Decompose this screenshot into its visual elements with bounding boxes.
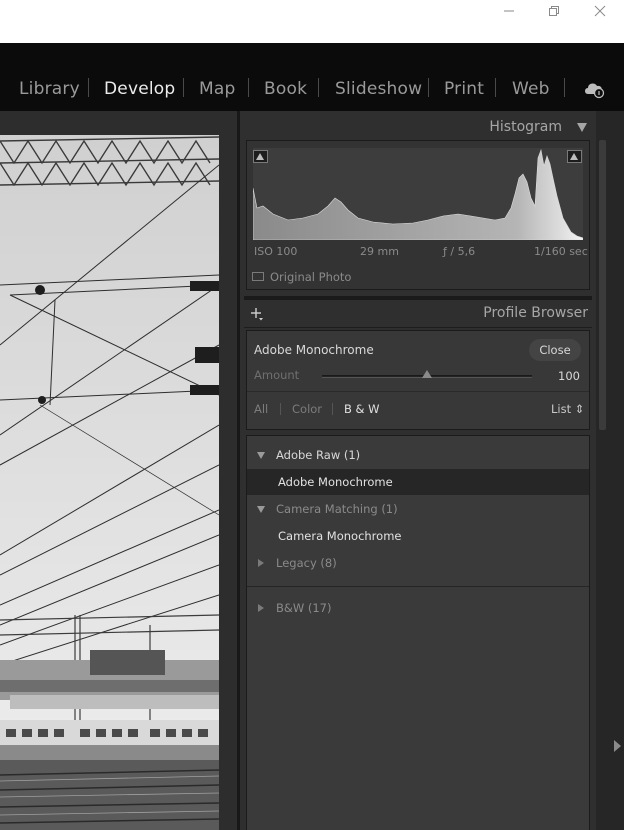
collapsed-triangle-icon[interactable]	[258, 604, 264, 612]
minimize-button[interactable]	[486, 0, 532, 22]
module-develop[interactable]: Develop	[104, 79, 175, 99]
amount-value[interactable]: 100	[558, 369, 580, 383]
expand-triangle-icon[interactable]	[257, 506, 265, 513]
module-separator	[183, 78, 184, 97]
restore-icon	[549, 6, 559, 16]
module-separator	[318, 78, 319, 97]
module-separator	[428, 78, 429, 97]
shadow-clipping-toggle[interactable]	[253, 150, 268, 163]
module-picker: Library Develop Map Book Slideshow Print…	[0, 43, 624, 111]
histogram-header[interactable]: Histogram	[240, 114, 596, 140]
amount-slider-thumb[interactable]	[422, 370, 432, 378]
module-print[interactable]: Print	[444, 79, 484, 99]
controls-separator	[247, 391, 589, 392]
original-photo-label: Original Photo	[270, 270, 352, 284]
restore-button[interactable]	[531, 0, 577, 22]
profile-group-bw[interactable]: B&W (17)	[276, 601, 332, 615]
cloud-sync-icon[interactable]	[582, 79, 606, 99]
view-mode-select[interactable]: List ⇕	[551, 402, 584, 416]
highlight-clipping-toggle[interactable]	[567, 150, 582, 163]
add-profile-icon[interactable]	[250, 307, 264, 321]
profile-group-legacy[interactable]: Legacy (8)	[276, 556, 337, 570]
profile-group-camera-matching[interactable]: Camera Matching (1)	[276, 502, 398, 516]
module-separator	[495, 78, 496, 97]
module-separator	[564, 78, 565, 97]
panel-scrollbar-thumb[interactable]	[599, 140, 606, 430]
profile-group-adobe-raw[interactable]: Adobe Raw (1)	[276, 448, 360, 462]
collapse-panel-arrow-icon[interactable]	[614, 740, 621, 752]
module-map[interactable]: Map	[199, 79, 235, 99]
histogram-graph[interactable]	[253, 148, 583, 240]
amount-label: Amount	[254, 368, 300, 382]
iso-readout: ISO 100	[254, 245, 298, 258]
image-preview-area[interactable]	[0, 111, 237, 830]
minimize-icon	[504, 10, 514, 12]
original-photo-checkbox[interactable]	[252, 272, 264, 281]
profile-group-separator	[247, 586, 589, 587]
filter-separator	[280, 403, 281, 415]
close-profile-browser-button[interactable]: Close	[529, 339, 581, 361]
focal-length-readout: 29 mm	[360, 245, 399, 258]
photo-preview[interactable]	[0, 135, 219, 830]
close-window-button[interactable]	[577, 0, 623, 22]
profile-item-adobe-monochrome[interactable]: Adobe Monochrome	[278, 475, 393, 489]
current-profile-name: Adobe Monochrome	[254, 343, 374, 357]
close-icon	[594, 5, 606, 17]
module-library[interactable]: Library	[19, 79, 80, 99]
profile-item-camera-monochrome[interactable]: Camera Monochrome	[278, 529, 401, 543]
module-separator	[88, 78, 89, 97]
panel-edge	[610, 111, 624, 830]
module-web[interactable]: Web	[512, 79, 550, 99]
filter-all[interactable]: All	[254, 402, 268, 416]
profile-browser-title: Profile Browser	[483, 305, 588, 321]
filter-separator	[332, 403, 333, 415]
aperture-readout: ƒ / 5,6	[443, 245, 476, 258]
module-book[interactable]: Book	[264, 79, 307, 99]
expand-triangle-icon[interactable]	[257, 452, 265, 459]
collapse-triangle-icon[interactable]	[577, 123, 587, 132]
filter-bw[interactable]: B & W	[344, 402, 380, 416]
filter-color[interactable]: Color	[292, 402, 322, 416]
module-separator	[248, 78, 249, 97]
shutter-readout: 1/160 sec	[534, 245, 588, 258]
window-title-bar	[0, 0, 624, 43]
module-slideshow[interactable]: Slideshow	[335, 79, 422, 99]
histogram-title: Histogram	[489, 119, 562, 135]
collapsed-triangle-icon[interactable]	[258, 559, 264, 567]
